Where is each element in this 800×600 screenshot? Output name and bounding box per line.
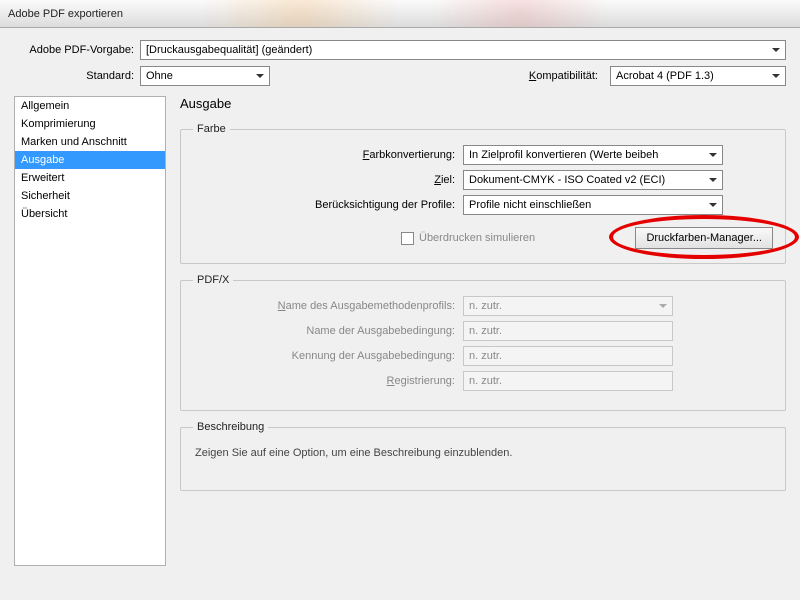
color-fieldset: Farbe Farbkonvertierung: In Zielprofil k…	[180, 123, 786, 264]
pdfx-name-profile-field: n. zutr.	[463, 296, 673, 316]
color-profile-label: Berücksichtigung der Profile:	[193, 199, 463, 211]
pdfx-reg-field: n. zutr.	[463, 371, 673, 391]
sidebar-item-marken[interactable]: Marken und Anschnitt	[15, 133, 165, 151]
window-titlebar: Adobe PDF exportieren	[0, 0, 800, 28]
pdfx-name-profile-label: Name des Ausgabemethodenprofils:	[193, 300, 463, 312]
overprint-checkbox[interactable]	[401, 232, 414, 245]
standard-dropdown[interactable]: Ohne	[140, 66, 270, 86]
window-body: Adobe PDF-Vorgabe: [Druckausgabequalität…	[0, 28, 800, 578]
overprint-label: Überdrucken simulieren	[419, 232, 535, 244]
sidebar-item-uebersicht[interactable]: Übersicht	[15, 205, 165, 223]
desc-legend: Beschreibung	[193, 421, 268, 433]
pdfx-id-cond-field: n. zutr.	[463, 346, 673, 366]
sidebar: Allgemein Komprimierung Marken und Ansch…	[14, 96, 166, 566]
sidebar-item-ausgabe[interactable]: Ausgabe	[15, 151, 165, 169]
color-conv-label: Farbkonvertierung:	[193, 149, 463, 161]
desc-fieldset: Beschreibung Zeigen Sie auf eine Option,…	[180, 421, 786, 491]
color-legend: Farbe	[193, 123, 230, 135]
color-conv-dropdown[interactable]: In Zielprofil konvertieren (Werte beibeh	[463, 145, 723, 165]
sidebar-item-komprimierung[interactable]: Komprimierung	[15, 115, 165, 133]
pdfx-fieldset: PDF/X Name des Ausgabemethodenprofils: n…	[180, 274, 786, 411]
sidebar-item-erweitert[interactable]: Erweitert	[15, 169, 165, 187]
window-title: Adobe PDF exportieren	[8, 8, 123, 20]
sidebar-item-sicherheit[interactable]: Sicherheit	[15, 187, 165, 205]
pdfx-reg-label: Registrierung:	[193, 375, 463, 387]
color-dest-dropdown[interactable]: Dokument-CMYK - ISO Coated v2 (ECI)	[463, 170, 723, 190]
pdfx-legend: PDF/X	[193, 274, 233, 286]
standard-label: Standard:	[14, 70, 140, 82]
compat-dropdown[interactable]: Acrobat 4 (PDF 1.3)	[610, 66, 786, 86]
pdfx-name-cond-field: n. zutr.	[463, 321, 673, 341]
preset-dropdown[interactable]: [Druckausgabequalität] (geändert)	[140, 40, 786, 60]
color-profile-dropdown[interactable]: Profile nicht einschließen	[463, 195, 723, 215]
compat-label: Kompatibilität:	[529, 70, 604, 82]
section-heading: Ausgabe	[180, 96, 786, 111]
ink-manager-button[interactable]: Druckfarben-Manager...	[635, 227, 773, 249]
content-panel: Ausgabe Farbe Farbkonvertierung: In Ziel…	[166, 96, 786, 566]
desc-text: Zeigen Sie auf eine Option, um eine Besc…	[193, 443, 773, 463]
color-dest-label: Ziel:	[193, 174, 463, 186]
sidebar-item-allgemein[interactable]: Allgemein	[15, 97, 165, 115]
pdfx-name-cond-label: Name der Ausgabebedingung:	[193, 325, 463, 337]
preset-label: Adobe PDF-Vorgabe:	[14, 44, 140, 56]
pdfx-id-cond-label: Kennung der Ausgabebedingung:	[193, 350, 463, 362]
